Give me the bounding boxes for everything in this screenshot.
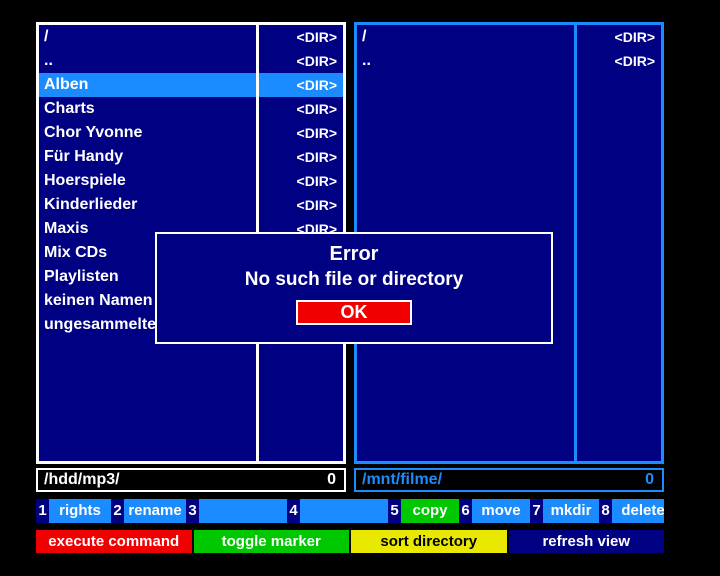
file-row-size: <DIR> (259, 169, 343, 193)
function-key-label[interactable]: mkdir (543, 499, 599, 523)
command-button[interactable]: toggle marker (194, 530, 350, 553)
file-row-name[interactable]: Chor Yvonne (39, 121, 256, 145)
file-row-name[interactable]: .. (39, 49, 256, 73)
file-row-name[interactable]: Kinderlieder (39, 193, 256, 217)
command-button-bar: execute commandtoggle markersort directo… (36, 530, 664, 553)
right-path-count: 0 (645, 471, 662, 489)
function-key-number[interactable]: 4 (287, 499, 300, 523)
command-button[interactable]: sort directory (351, 530, 507, 553)
file-row-name[interactable]: / (357, 25, 574, 49)
right-name-rows: /.. (357, 25, 574, 73)
file-row-size: <DIR> (577, 25, 661, 49)
file-row-size: <DIR> (259, 97, 343, 121)
file-row-size: <DIR> (259, 193, 343, 217)
file-row-size: <DIR> (259, 73, 343, 97)
right-path-bar[interactable]: /mnt/filme/ 0 (354, 468, 664, 492)
function-key-label[interactable]: delete (612, 499, 664, 523)
file-row-size: <DIR> (259, 145, 343, 169)
function-key-number[interactable]: 2 (111, 499, 124, 523)
file-row-name[interactable]: Hoerspiele (39, 169, 256, 193)
file-row-name[interactable]: Charts (39, 97, 256, 121)
function-key-number[interactable]: 5 (388, 499, 401, 523)
file-row-size: <DIR> (259, 49, 343, 73)
filebrowser-screen: /..AlbenChartsChor YvonneFür HandyHoersp… (0, 0, 720, 576)
error-dialog-ok-button[interactable]: OK (296, 300, 412, 325)
right-path-text: /mnt/filme/ (356, 471, 645, 489)
function-key-number[interactable]: 7 (530, 499, 543, 523)
left-path-count: 0 (327, 471, 344, 489)
function-key-label[interactable]: copy (401, 499, 459, 523)
function-key-number[interactable]: 6 (459, 499, 472, 523)
error-dialog: Error No such file or directory OK (155, 232, 553, 344)
function-key-label[interactable] (199, 499, 287, 523)
command-button[interactable]: execute command (36, 530, 192, 553)
error-dialog-title: Error (157, 242, 551, 266)
right-size-rows: <DIR><DIR> (577, 25, 661, 73)
file-row-size: <DIR> (259, 121, 343, 145)
function-key-number[interactable]: 1 (36, 499, 49, 523)
file-row-name[interactable]: .. (357, 49, 574, 73)
right-size-column: <DIR><DIR> (577, 25, 661, 461)
file-row-name[interactable]: Alben (39, 73, 256, 97)
function-key-label[interactable]: move (472, 499, 530, 523)
function-key-bar: 1rights2rename345copy6move7mkdir8delete9… (36, 499, 664, 523)
file-row-size: <DIR> (259, 25, 343, 49)
left-path-bar[interactable]: /hdd/mp3/ 0 (36, 468, 346, 492)
file-row-name[interactable]: Für Handy (39, 145, 256, 169)
function-key-label[interactable]: rights (49, 499, 111, 523)
file-row-size: <DIR> (577, 49, 661, 73)
function-key-number[interactable]: 3 (186, 499, 199, 523)
command-button[interactable]: refresh view (509, 530, 665, 553)
function-key-label[interactable] (300, 499, 388, 523)
left-path-text: /hdd/mp3/ (38, 471, 327, 489)
error-dialog-message: No such file or directory (157, 268, 551, 292)
function-key-label[interactable]: rename (124, 499, 186, 523)
file-row-name[interactable]: / (39, 25, 256, 49)
function-key-number[interactable]: 8 (599, 499, 612, 523)
